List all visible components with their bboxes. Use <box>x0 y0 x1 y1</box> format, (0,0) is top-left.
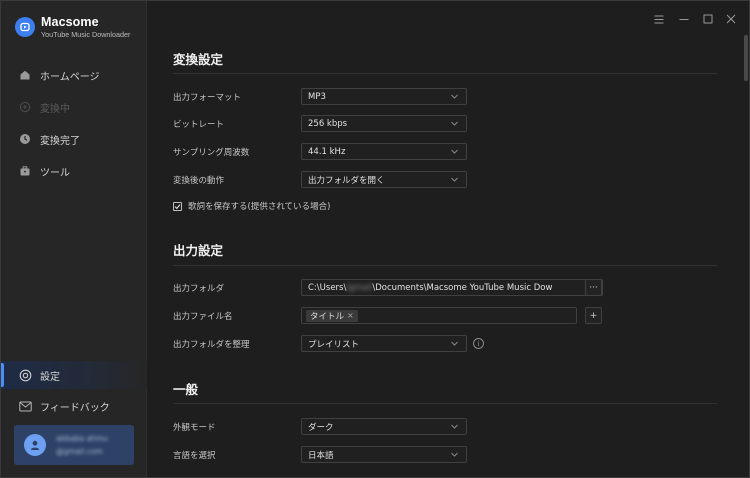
toolbox-icon <box>18 164 32 178</box>
add-filename-tag-button[interactable]: + <box>585 307 602 324</box>
browse-folder-button[interactable]: ··· <box>585 279 602 296</box>
app-logo-icon <box>15 17 35 37</box>
sidebar-item-label: ホームページ <box>40 71 100 83</box>
organize-folder-label: 出力フォルダを整理 <box>173 340 250 350</box>
mail-icon <box>18 399 32 413</box>
app-name: Macsome <box>41 15 99 30</box>
bitrate-label: ビットレート <box>173 120 225 130</box>
scrollbar-thumb[interactable] <box>744 35 748 81</box>
output-folder-label: 出力フォルダ <box>173 284 225 294</box>
user-name: abbaba ahmu <box>56 434 108 443</box>
save-lyrics-checkbox-row[interactable]: 歌詞を保存する(提供されている場合) <box>173 200 330 212</box>
sidebar-item-label: ツール <box>40 167 70 179</box>
chevron-down-icon <box>451 341 458 346</box>
sidebar-item-feedback[interactable]: フィードバック <box>1 392 147 420</box>
chevron-down-icon <box>451 121 458 126</box>
after-conversion-select[interactable]: 出力フォルダを開く <box>301 171 467 188</box>
avatar-icon <box>24 434 46 456</box>
sidebar-item-home[interactable]: ホームページ <box>1 61 147 89</box>
filename-tag-title: タイトル × <box>306 309 358 322</box>
section-title-general: 一般 <box>173 382 199 397</box>
output-folder-field[interactable]: C:\Users\ lgmail \Documents\Macsome YouTub… <box>301 279 603 296</box>
output-filename-field[interactable]: タイトル × <box>301 307 577 324</box>
sidebar-item-label: 変換完了 <box>40 135 80 147</box>
divider <box>173 73 717 74</box>
settings-content: 変換設定 出力フォーマット MP3 ビットレート 256 kbps サンプリング… <box>147 1 749 477</box>
scrollbar[interactable] <box>743 1 749 477</box>
save-lyrics-label: 歌詞を保存する(提供されている場合) <box>188 202 331 212</box>
clock-icon <box>18 132 32 146</box>
output-filename-label: 出力ファイル名 <box>173 312 233 322</box>
appearance-label: 外観モード <box>173 423 216 433</box>
user-email: @gmail.com <box>56 447 103 456</box>
sidebar: Macsome YouTube Music Downloader ホームページ … <box>1 1 147 477</box>
remove-tag-icon[interactable]: × <box>347 311 354 320</box>
info-icon[interactable]: i <box>473 338 484 349</box>
chevron-down-icon <box>451 177 458 182</box>
sidebar-item-label: 設定 <box>40 371 60 383</box>
chevron-down-icon <box>451 149 458 154</box>
brand: Macsome YouTube Music Downloader <box>15 15 130 39</box>
save-lyrics-checkbox[interactable] <box>173 201 182 211</box>
samplerate-select[interactable]: 44.1 kHz <box>301 143 467 160</box>
home-icon <box>18 68 32 82</box>
language-label: 言語を選択 <box>173 451 216 461</box>
app-subtitle: YouTube Music Downloader <box>41 29 131 39</box>
section-title-output: 出力設定 <box>173 243 224 258</box>
sidebar-item-label: 変換中 <box>40 103 70 115</box>
bitrate-select[interactable]: 256 kbps <box>301 115 467 132</box>
sidebar-item-converting: 変換中 <box>1 93 147 121</box>
app-window: Macsome YouTube Music Downloader ホームページ … <box>0 0 750 478</box>
section-title-convert: 変換設定 <box>173 52 224 67</box>
user-account-card[interactable]: abbaba ahmu @gmail.com <box>14 425 134 465</box>
samplerate-label: サンプリング周波数 <box>173 148 250 158</box>
sidebar-item-converted[interactable]: 変換完了 <box>1 125 147 153</box>
divider <box>173 403 717 404</box>
chevron-down-icon <box>451 94 458 99</box>
sidebar-item-tools[interactable]: ツール <box>1 157 147 185</box>
chevron-down-icon <box>451 424 458 429</box>
organize-folder-select[interactable]: プレイリスト <box>301 335 467 352</box>
sidebar-item-label: フィードバック <box>40 402 110 414</box>
sidebar-item-settings[interactable]: 設定 <box>1 361 147 389</box>
format-select[interactable]: MP3 <box>301 88 467 105</box>
chevron-down-icon <box>451 452 458 457</box>
gear-icon <box>18 368 32 382</box>
appearance-select[interactable]: ダーク <box>301 418 467 435</box>
after-conversion-label: 変換後の動作 <box>173 176 225 186</box>
language-select[interactable]: 日本語 <box>301 446 467 463</box>
converting-icon <box>18 100 32 114</box>
format-label: 出力フォーマット <box>173 93 242 103</box>
divider <box>173 265 717 266</box>
